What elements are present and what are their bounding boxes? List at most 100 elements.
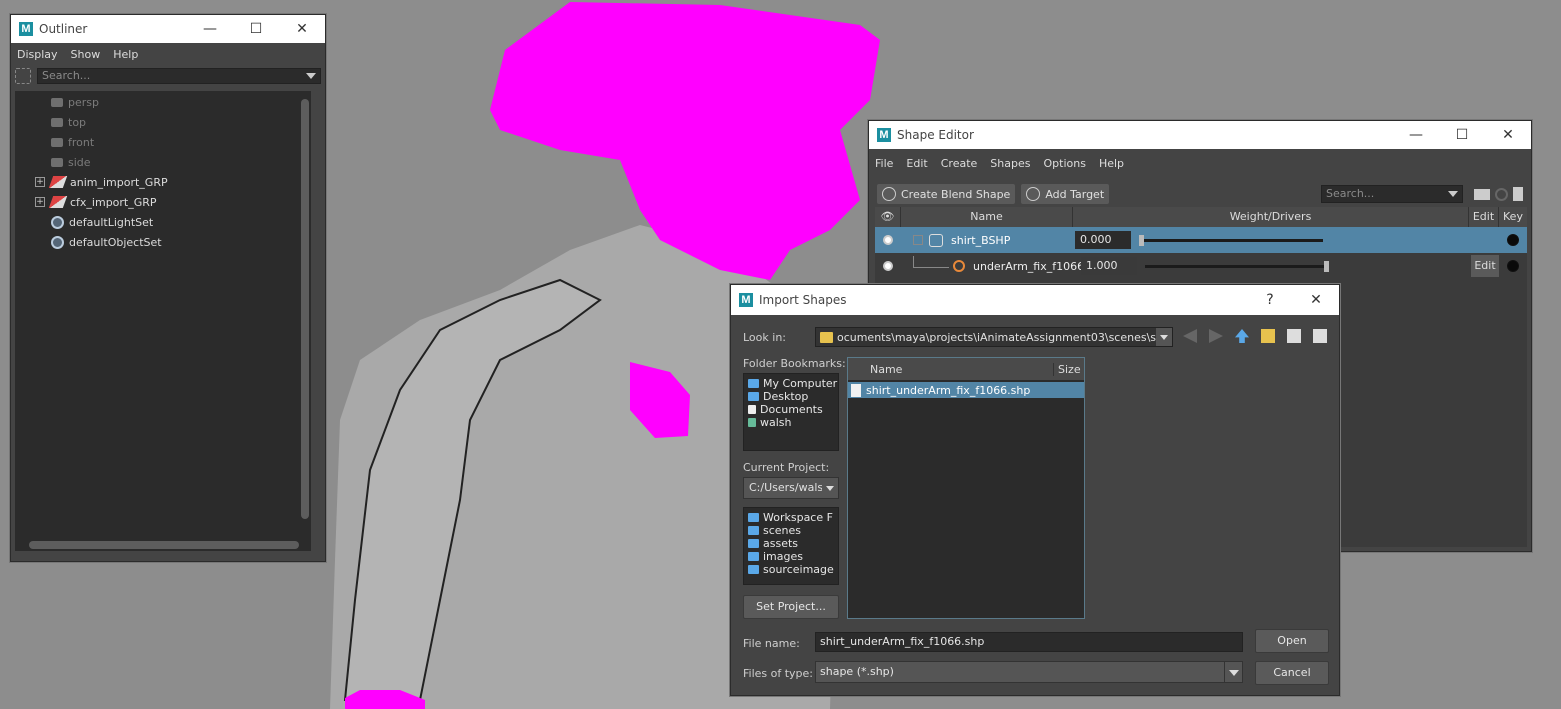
chevron-down-icon[interactable]	[1224, 662, 1242, 682]
shape-editor-search-input[interactable]: Search...	[1321, 185, 1463, 203]
new-folder-icon[interactable]	[1261, 329, 1275, 343]
files-of-type-select[interactable]: shape (*.shp)	[815, 661, 1243, 683]
weight-slider[interactable]	[1139, 234, 1323, 246]
menu-help[interactable]: Help	[113, 48, 138, 61]
chevron-down-icon[interactable]	[1448, 191, 1458, 197]
document-icon	[748, 405, 756, 414]
list-view-icon[interactable]	[1287, 329, 1301, 343]
bookmark-desktop[interactable]: Desktop	[744, 390, 838, 403]
column-edit[interactable]: Edit	[1469, 207, 1499, 227]
parent-directory-icon[interactable]	[1235, 329, 1249, 343]
chevron-down-icon[interactable]	[822, 478, 838, 498]
tree-item-default-light-set[interactable]: defaultLightSet	[15, 212, 311, 232]
column-name[interactable]: Name	[901, 207, 1073, 227]
file-name-input[interactable]: shirt_underArm_fix_f1066.shp	[815, 632, 1243, 652]
file-row[interactable]: shirt_underArm_fix_f1066.shp	[848, 382, 1084, 398]
shape-row-shirt-bshp[interactable]: shirt_BSHP 0.000	[875, 227, 1527, 253]
tree-connector	[913, 256, 949, 268]
back-icon[interactable]	[1183, 329, 1197, 343]
bookmark-documents[interactable]: Documents	[744, 403, 838, 416]
look-in-label: Look in:	[743, 331, 786, 344]
visibility-toggle[interactable]	[883, 261, 893, 271]
add-target-label: Add Target	[1045, 187, 1105, 201]
set-project-button[interactable]: Set Project...	[743, 595, 839, 619]
chevron-down-icon[interactable]	[306, 73, 316, 79]
tree-item-label: defaultLightSet	[69, 215, 154, 229]
weight-slider-knob[interactable]	[1139, 234, 1144, 246]
menu-shapes[interactable]: Shapes	[990, 157, 1030, 170]
close-icon[interactable]: ✕	[1485, 127, 1531, 143]
folder-icon	[748, 552, 759, 561]
tree-item-default-object-set[interactable]: defaultObjectSet	[15, 232, 311, 252]
tree-item-front[interactable]: front	[15, 132, 311, 152]
edit-button[interactable]: Edit	[1471, 255, 1499, 277]
detail-view-icon[interactable]	[1313, 329, 1327, 343]
forward-icon[interactable]	[1209, 329, 1223, 343]
menu-show[interactable]: Show	[71, 48, 101, 61]
project-folder-item[interactable]: scenes	[744, 524, 838, 537]
weight-slider-knob[interactable]	[1324, 260, 1329, 272]
cancel-button[interactable]: Cancel	[1255, 661, 1329, 685]
menu-display[interactable]: Display	[17, 48, 58, 61]
project-folder-item[interactable]: assets	[744, 537, 838, 550]
create-blend-shape-button[interactable]: Create Blend Shape	[877, 184, 1016, 204]
minimize-icon[interactable]: —	[1393, 127, 1439, 143]
close-icon[interactable]: ✕	[1293, 292, 1339, 308]
shape-row-underarm-fix[interactable]: underArm_fix_f1066 1.000 Edit	[875, 253, 1527, 279]
folder-icon	[820, 331, 833, 343]
shape-editor-titlebar[interactable]: M Shape Editor — ☐ ✕	[869, 121, 1531, 149]
menu-create[interactable]: Create	[941, 157, 978, 170]
trash-icon[interactable]	[1513, 187, 1523, 201]
tree-item-anim-import-grp[interactable]: + anim_import_GRP	[15, 172, 311, 192]
outliner-horizontal-scrollbar[interactable]	[15, 539, 311, 551]
project-folder-item[interactable]: sourceimage	[744, 563, 838, 576]
key-indicator[interactable]	[1507, 260, 1519, 272]
folder-icon	[748, 513, 759, 522]
tree-item-cfx-import-grp[interactable]: + cfx_import_GRP	[15, 192, 311, 212]
expand-icon[interactable]	[913, 235, 923, 245]
menu-options[interactable]: Options	[1043, 157, 1085, 170]
outliner-vertical-scrollbar[interactable]	[299, 91, 311, 531]
minimize-icon[interactable]: —	[187, 21, 233, 37]
bookmark-my-computer[interactable]: My Computer	[744, 377, 838, 390]
maximize-icon[interactable]: ☐	[1439, 127, 1485, 143]
visibility-toggle[interactable]	[883, 235, 893, 245]
weight-slider[interactable]	[1145, 260, 1329, 272]
look-in-combo[interactable]: ocuments\maya\projects\iAnimateAssignmen…	[815, 327, 1173, 347]
column-key[interactable]: Key	[1499, 207, 1527, 227]
tree-item-label: persp	[68, 95, 99, 109]
weight-field[interactable]: 0.000	[1075, 231, 1131, 249]
maximize-icon[interactable]: ☐	[233, 21, 279, 37]
tree-item-persp[interactable]: persp	[15, 92, 311, 112]
outliner-titlebar[interactable]: M Outliner — ☐ ✕	[11, 15, 325, 43]
maya-logo-icon: M	[739, 293, 753, 307]
help-icon[interactable]: ?	[1247, 292, 1293, 308]
open-button[interactable]: Open	[1255, 629, 1329, 653]
key-indicator[interactable]	[1507, 234, 1519, 246]
weight-field[interactable]: 1.000	[1081, 257, 1137, 275]
project-folder-item[interactable]: images	[744, 550, 838, 563]
current-project-combo[interactable]: C:/Users/wals	[743, 477, 839, 499]
filter-icon[interactable]	[15, 68, 31, 84]
import-dialog-titlebar[interactable]: M Import Shapes ? ✕	[731, 285, 1339, 315]
close-icon[interactable]: ✕	[279, 21, 325, 37]
project-folder-item[interactable]: Workspace F	[744, 511, 838, 524]
column-size[interactable]: Size	[1054, 363, 1081, 376]
outliner-search-input[interactable]: Search...	[37, 68, 321, 84]
tree-item-top[interactable]: top	[15, 112, 311, 132]
menu-file[interactable]: File	[875, 157, 893, 170]
bookmark-walsh[interactable]: walsh	[744, 416, 838, 429]
column-name[interactable]: Name	[848, 362, 1054, 376]
visibility-eye-icon[interactable]: 👁	[875, 207, 901, 227]
expand-icon[interactable]: +	[35, 197, 45, 207]
add-target-button[interactable]: Add Target	[1021, 184, 1110, 204]
tree-item-side[interactable]: side	[15, 152, 311, 172]
expand-icon[interactable]: +	[35, 177, 45, 187]
new-folder-icon[interactable]	[1474, 188, 1490, 200]
column-weight[interactable]: Weight/Drivers	[1073, 207, 1469, 227]
group-icon	[48, 176, 68, 188]
menu-help[interactable]: Help	[1099, 157, 1124, 170]
menu-edit[interactable]: Edit	[906, 157, 927, 170]
chevron-down-icon[interactable]	[1156, 328, 1172, 346]
refresh-icon[interactable]	[1495, 187, 1508, 201]
